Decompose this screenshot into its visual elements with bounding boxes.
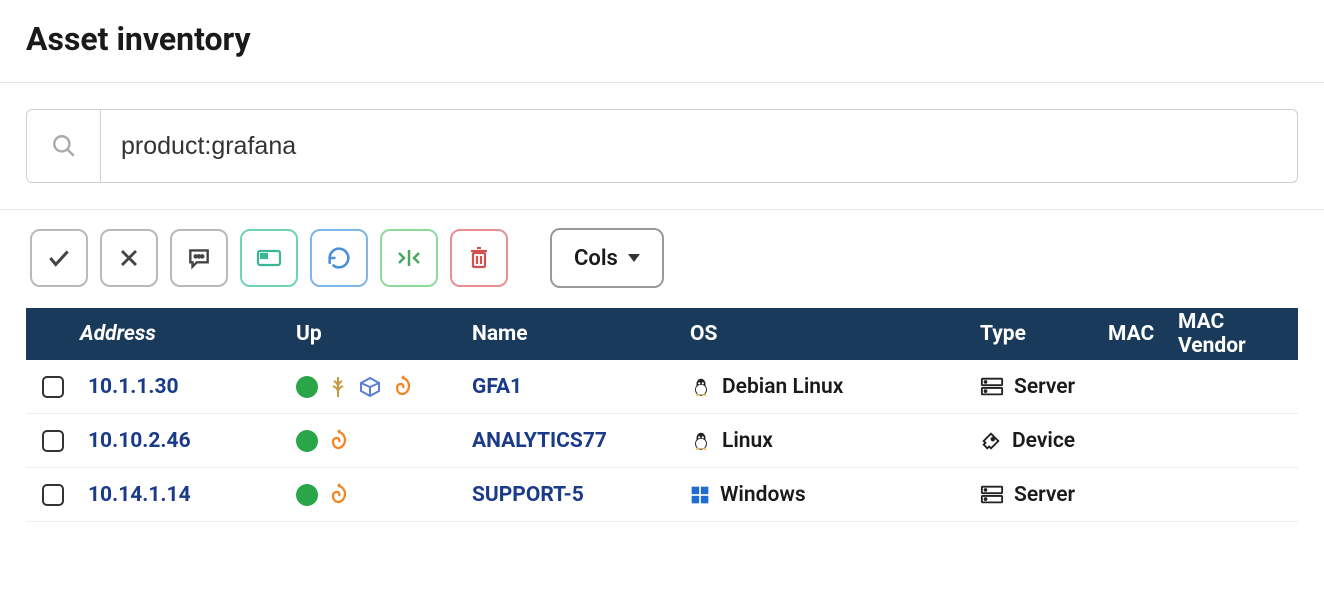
- wheat-icon: [326, 375, 350, 399]
- grafana-icon: [326, 483, 350, 507]
- screen-button[interactable]: [240, 229, 298, 287]
- header-mac-vendor[interactable]: MAC Vendor: [1170, 310, 1298, 358]
- row-checkbox[interactable]: [42, 484, 64, 506]
- os-label: Linux: [722, 429, 773, 453]
- grafana-icon: [390, 375, 414, 399]
- table-header: Address Up Name OS Type MAC MAC Vendor: [26, 308, 1298, 360]
- status-up-icon: [296, 376, 318, 398]
- chevron-down-icon: [628, 254, 640, 262]
- type-label: Server: [1014, 375, 1075, 399]
- address-link[interactable]: 10.10.2.46: [80, 429, 288, 453]
- delete-button[interactable]: [450, 229, 508, 287]
- os-label: Debian Linux: [722, 375, 843, 399]
- type-label: Device: [1012, 429, 1075, 453]
- approve-button[interactable]: [30, 229, 88, 287]
- page-title: Asset inventory: [0, 0, 1324, 82]
- header-type[interactable]: Type: [972, 322, 1100, 346]
- cube-icon: [358, 375, 382, 399]
- grafana-icon: [326, 429, 350, 453]
- linux-icon: [690, 430, 712, 452]
- server-icon: [980, 376, 1004, 398]
- comment-button[interactable]: [170, 229, 228, 287]
- table-row: 10.10.2.46 ANALYTICS77 Linux Device: [26, 414, 1298, 468]
- device-icon: [980, 430, 1002, 452]
- columns-label: Cols: [574, 246, 618, 271]
- table-row: 10.14.1.14 SUPPORT-5 Windows Server: [26, 468, 1298, 522]
- header-mac[interactable]: MAC: [1100, 322, 1170, 346]
- name-link[interactable]: SUPPORT-5: [464, 483, 682, 507]
- address-link[interactable]: 10.1.1.30: [80, 375, 288, 399]
- search-bar: [26, 109, 1298, 183]
- history-button[interactable]: [310, 229, 368, 287]
- row-checkbox[interactable]: [42, 376, 64, 398]
- row-checkbox[interactable]: [42, 430, 64, 452]
- toolbar: Cols: [0, 210, 1324, 306]
- status-up-icon: [296, 430, 318, 452]
- header-address[interactable]: Address: [80, 322, 288, 346]
- header-name[interactable]: Name: [464, 322, 682, 346]
- columns-button[interactable]: Cols: [550, 228, 664, 288]
- name-link[interactable]: GFA1: [464, 375, 682, 399]
- header-up[interactable]: Up: [288, 322, 464, 346]
- type-label: Server: [1014, 483, 1075, 507]
- name-link[interactable]: ANALYTICS77: [464, 429, 682, 453]
- os-label: Windows: [720, 483, 806, 507]
- search-input[interactable]: [101, 110, 1297, 182]
- reject-button[interactable]: [100, 229, 158, 287]
- header-os[interactable]: OS: [682, 322, 972, 346]
- table-row: 10.1.1.30 GFA1 Debian Linux Server: [26, 360, 1298, 414]
- linux-icon: [690, 376, 712, 398]
- windows-icon: [690, 485, 710, 505]
- server-icon: [980, 484, 1004, 506]
- search-icon: [27, 110, 101, 182]
- address-link[interactable]: 10.14.1.14: [80, 483, 288, 507]
- status-up-icon: [296, 484, 318, 506]
- merge-button[interactable]: [380, 229, 438, 287]
